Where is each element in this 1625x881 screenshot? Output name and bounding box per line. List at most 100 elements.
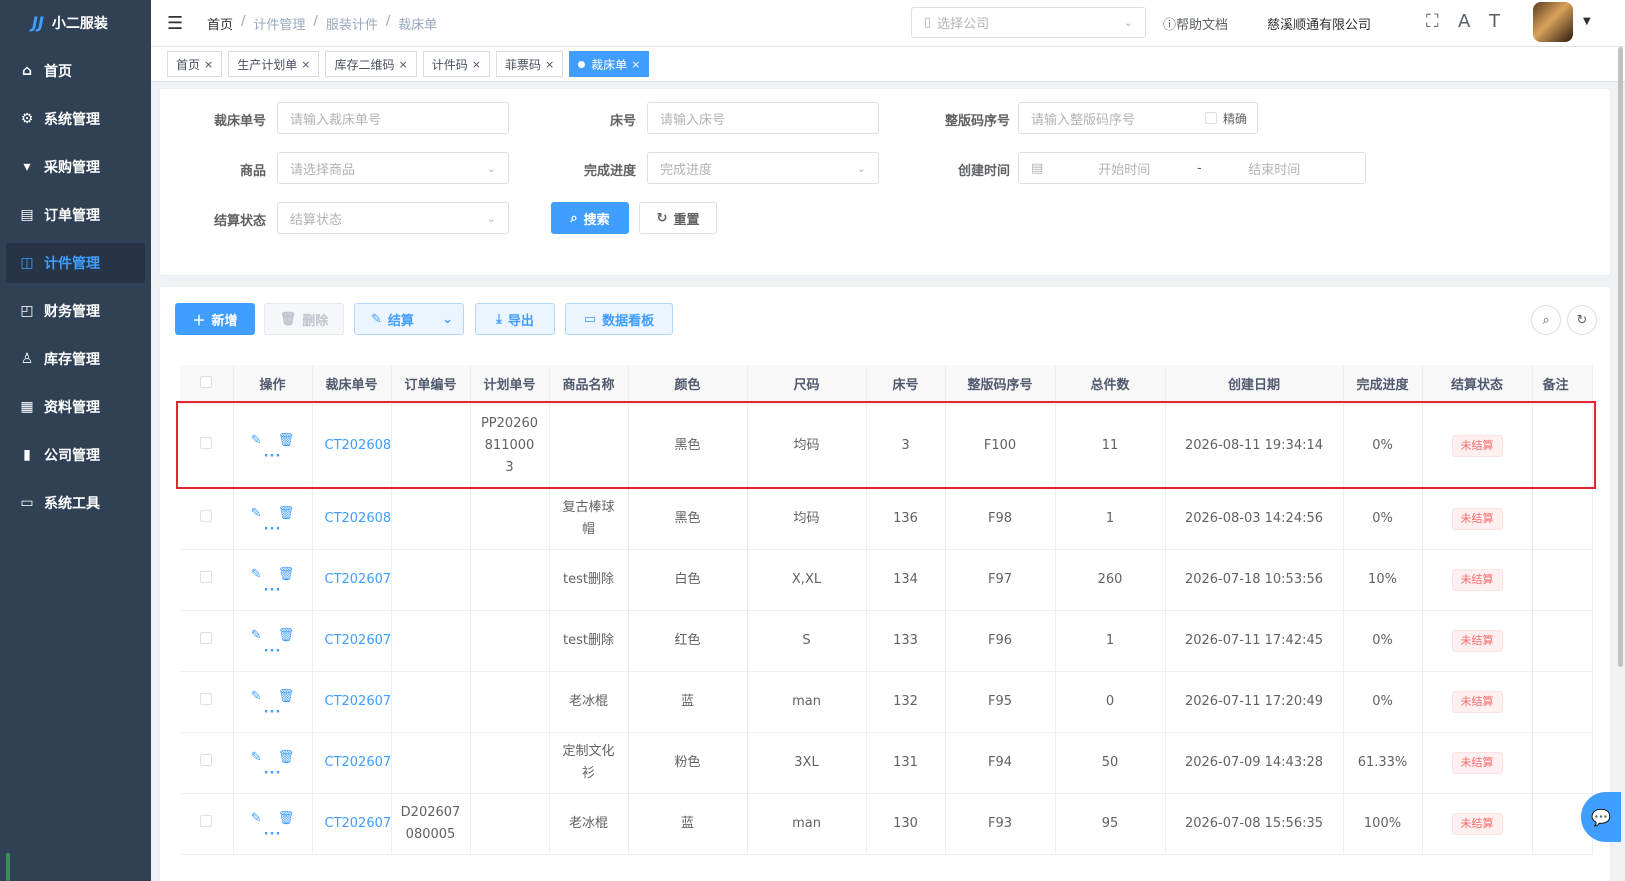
cut-no-link[interactable]: CT202607 xyxy=(312,549,392,611)
company-select[interactable]: ▯ 选择公司 ⌄ xyxy=(911,7,1146,38)
row-checkbox[interactable] xyxy=(180,671,234,733)
close-icon[interactable]: × xyxy=(472,58,481,71)
sidebar-item-system[interactable]: ⚙ 系统管理 xyxy=(6,99,145,139)
cut-no-link[interactable]: CT202607 xyxy=(312,732,392,794)
date-range-picker[interactable]: ▤ 开始时间 - 结束时间 xyxy=(1018,152,1366,184)
search-button[interactable]: ⌕ 搜索 xyxy=(551,202,629,234)
app-logo[interactable]: JJ 小二服装 xyxy=(0,0,151,45)
sidebar-item-piecework[interactable]: ◫ 计件管理 xyxy=(6,243,145,283)
sidebar-item-inventory[interactable]: ♙ 库存管理 xyxy=(6,339,145,379)
edit-icon[interactable]: ✎ xyxy=(251,808,262,830)
table-row: ✎ 🗑 ··· CT202608 PP20260811000 3 黑色 均码 3 F… xyxy=(180,403,1593,489)
tag-cutting-bed[interactable]: 裁床单 × xyxy=(569,51,650,77)
translate-icon[interactable]: A xyxy=(1458,11,1470,32)
product-label: 商品 xyxy=(239,164,266,179)
created-cell: 2026-07-11 17:20:49 xyxy=(1165,671,1344,733)
breadcrumb-item[interactable]: 首页 xyxy=(207,14,233,33)
close-icon[interactable]: × xyxy=(204,58,213,71)
product-select[interactable]: 请选择商品 ⌄ xyxy=(277,152,509,184)
sidebar-item-materials[interactable]: ▦ 资料管理 xyxy=(6,387,145,427)
sidebar-item-home[interactable]: ⌂ 首页 xyxy=(6,51,145,91)
delete-button[interactable]: 🗑 删除 xyxy=(264,303,344,335)
table-header-row: 操作 裁床单号 订单编号 计划单号 商品名称 颜色 尺码 床号 整版码序号 总件… xyxy=(180,365,1593,404)
close-icon[interactable]: × xyxy=(631,58,640,71)
avatar[interactable] xyxy=(1533,2,1573,42)
close-icon[interactable]: × xyxy=(545,58,554,71)
row-checkbox[interactable] xyxy=(180,732,234,794)
dashboard-button[interactable]: ▭ 数据看板 xyxy=(565,303,673,335)
refresh-icon[interactable]: ↻ xyxy=(1567,305,1597,335)
sidebar-item-orders[interactable]: ▤ 订单管理 xyxy=(6,195,145,235)
edit-icon: ✎ xyxy=(371,311,382,327)
row-checkbox[interactable] xyxy=(180,549,234,611)
sidebar-item-purchase[interactable]: ▾ 采购管理 xyxy=(6,147,145,187)
close-icon[interactable]: × xyxy=(398,58,407,71)
bed-no-input[interactable]: 请输入床号 xyxy=(647,102,879,134)
row-checkbox[interactable] xyxy=(180,793,234,855)
plan-no-cell xyxy=(470,488,550,550)
export-button[interactable]: ⤓ 导出 xyxy=(475,303,555,335)
cart-icon: ▾ xyxy=(23,159,31,175)
more-icon[interactable]: ··· xyxy=(264,767,282,780)
settle-dropdown-button[interactable]: ✎ 结算 ⌄ xyxy=(354,303,464,335)
tag-piece-code[interactable]: 计件码 × xyxy=(422,51,490,77)
more-icon[interactable]: ··· xyxy=(264,645,282,658)
product-cell: test删除 xyxy=(549,610,629,672)
end-date-input[interactable]: 结束时间 xyxy=(1229,159,1319,178)
hamburger-icon[interactable]: ☰ xyxy=(167,13,189,34)
order-no-cell xyxy=(391,671,471,733)
created-cell: 2026-08-11 19:34:14 xyxy=(1165,403,1344,489)
start-date-input[interactable]: 开始时间 xyxy=(1079,159,1169,178)
sidebar-scrollbar[interactable] xyxy=(6,853,10,881)
cut-no-link[interactable]: CT202607 xyxy=(312,671,392,733)
help-docs-link[interactable]: ⓘ帮助文档 xyxy=(1163,14,1228,33)
total-cell: 260 xyxy=(1055,549,1166,611)
cut-no-link[interactable]: CT202607 xyxy=(312,793,392,855)
edit-icon[interactable]: ✎ xyxy=(251,430,262,452)
row-checkbox[interactable] xyxy=(180,403,234,489)
edit-icon[interactable]: ✎ xyxy=(251,625,262,647)
tag-home[interactable]: 首页 × xyxy=(167,51,223,77)
edit-icon[interactable]: ✎ xyxy=(251,686,262,708)
bed-cell: 132 xyxy=(866,671,946,733)
more-icon[interactable]: ··· xyxy=(264,828,282,841)
tag-production-plan[interactable]: 生产计划单 × xyxy=(228,51,320,77)
toggle-search-icon[interactable]: ⌕ xyxy=(1531,305,1561,335)
product-cell: 复古棒球帽 xyxy=(549,488,629,550)
size-cell: S xyxy=(747,610,867,672)
sidebar-item-finance[interactable]: ◰ 财务管理 xyxy=(6,291,145,331)
reset-button[interactable]: ↻ 重置 xyxy=(639,202,717,234)
more-icon[interactable]: ··· xyxy=(264,450,282,463)
add-button[interactable]: ＋新增 xyxy=(175,303,255,335)
select-all-checkbox[interactable] xyxy=(180,365,234,404)
exact-checkbox[interactable]: 精确 xyxy=(1204,110,1247,127)
edit-icon[interactable]: ✎ xyxy=(251,503,262,525)
row-checkbox[interactable] xyxy=(180,488,234,550)
more-icon[interactable]: ··· xyxy=(264,523,282,536)
total-cell: 0 xyxy=(1055,671,1166,733)
edit-icon[interactable]: ✎ xyxy=(251,747,262,769)
cut-no-link[interactable]: CT202608 xyxy=(312,488,392,550)
edit-icon[interactable]: ✎ xyxy=(251,564,262,586)
page-scrollbar[interactable] xyxy=(1618,47,1623,667)
progress-select[interactable]: 完成进度 ⌄ xyxy=(647,152,879,184)
plate-no-input[interactable]: 请输入整版码序号 精确 xyxy=(1018,102,1258,134)
column-header: 结算状态 xyxy=(1422,365,1533,404)
font-size-icon[interactable]: T xyxy=(1489,11,1500,32)
more-icon[interactable]: ··· xyxy=(264,706,282,719)
sidebar-item-company[interactable]: ▮ 公司管理 xyxy=(6,435,145,475)
table-row: ✎ 🗑 ··· CT202607 定制文化衫 粉色 3XL 131 F94 50 2… xyxy=(180,732,1593,794)
tag-inventory-qr[interactable]: 库存二维码 × xyxy=(325,51,417,77)
sidebar-item-tools[interactable]: ▭ 系统工具 xyxy=(6,483,145,523)
plan-no-cell xyxy=(470,671,550,733)
fullscreen-icon[interactable]: ⛶ xyxy=(1426,11,1439,32)
cut-no-link[interactable]: CT202608 xyxy=(312,403,392,489)
more-icon[interactable]: ··· xyxy=(264,584,282,597)
row-checkbox[interactable] xyxy=(180,610,234,672)
cut-no-input[interactable]: 请输入裁床单号 xyxy=(277,102,509,134)
tag-ticket-code[interactable]: 菲票码 × xyxy=(495,51,564,77)
cut-no-link[interactable]: CT202607 xyxy=(312,610,392,672)
settle-status-select[interactable]: 结算状态 ⌄ xyxy=(277,202,509,234)
close-icon[interactable]: × xyxy=(301,58,310,71)
caret-down-icon[interactable]: ▼ xyxy=(1583,16,1591,27)
